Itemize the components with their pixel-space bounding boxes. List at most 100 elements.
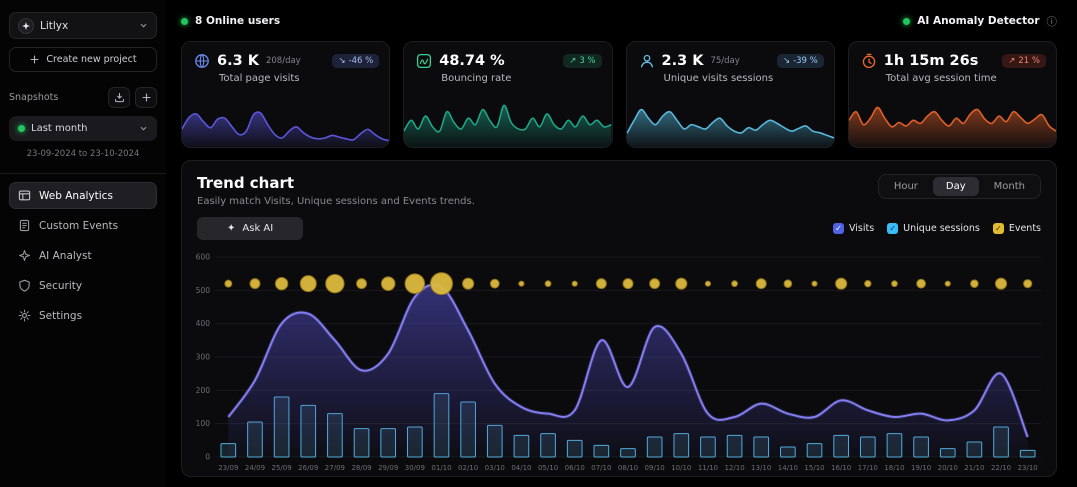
svg-text:21/10: 21/10 xyxy=(964,464,984,472)
stat-card-bouncing-rate: 48.74 % ↗3 %Bouncing rate xyxy=(403,41,612,148)
stat-card-total-page-visits: 6.3 K208/day↘-46 %Total page visits xyxy=(181,41,390,148)
sidebar-item-ai-analyst[interactable]: AI Analyst xyxy=(9,242,157,269)
legend-label: Visits xyxy=(849,223,874,234)
trend-chart-svg: 010020030040050060023/0924/0925/0926/092… xyxy=(185,247,1049,475)
app-root: Litlyx Create new project Snapshots Last… xyxy=(0,0,1077,487)
svg-text:02/10: 02/10 xyxy=(458,464,478,472)
svg-text:17/10: 17/10 xyxy=(858,464,878,472)
legend-events[interactable]: ✓ Events xyxy=(993,223,1041,234)
trend-badge: ↗21 % xyxy=(1002,54,1046,68)
svg-text:30/09: 30/09 xyxy=(405,464,425,472)
granularity-hour-button[interactable]: Hour xyxy=(881,177,931,196)
granularity-day-button[interactable]: Day xyxy=(933,177,979,196)
checkbox-icon[interactable]: ✓ xyxy=(887,223,898,234)
trend-badge: ↘-39 % xyxy=(777,54,824,68)
online-users-label: 8 Online users xyxy=(195,15,280,27)
svg-text:01/10: 01/10 xyxy=(431,464,451,472)
sidebar-item-security[interactable]: Security xyxy=(9,272,157,299)
svg-text:16/10: 16/10 xyxy=(831,464,851,472)
trend-chart-plot: 010020030040050060023/0924/0925/0926/092… xyxy=(182,244,1056,477)
project-name: Litlyx xyxy=(40,20,133,32)
svg-text:03/10: 03/10 xyxy=(485,464,505,472)
svg-text:11/10: 11/10 xyxy=(698,464,718,472)
create-project-button[interactable]: Create new project xyxy=(9,47,157,72)
trend-badge-value: -39 % xyxy=(793,56,818,66)
svg-text:20/10: 20/10 xyxy=(938,464,958,472)
sidebar-item-label: AI Analyst xyxy=(39,250,92,262)
trend-arrow-icon: ↗ xyxy=(569,56,576,66)
legend-label: Events xyxy=(1009,223,1041,234)
svg-text:05/10: 05/10 xyxy=(538,464,558,472)
ask-ai-button[interactable]: ✦ Ask AI xyxy=(197,217,303,240)
svg-text:07/10: 07/10 xyxy=(591,464,611,472)
stat-sparkline xyxy=(182,95,389,147)
svg-text:12/10: 12/10 xyxy=(724,464,744,472)
svg-text:25/09: 25/09 xyxy=(272,464,292,472)
stat-label: Total page visits xyxy=(182,69,389,84)
stat-sparkline xyxy=(627,95,834,147)
trend-badge: ↗3 % xyxy=(563,54,601,68)
svg-text:24/09: 24/09 xyxy=(245,464,265,472)
svg-text:23/09: 23/09 xyxy=(218,464,238,472)
legend-visits[interactable]: ✓ Visits xyxy=(833,223,874,234)
settings-icon xyxy=(18,309,31,322)
snapshot-selector[interactable]: Last month xyxy=(9,116,157,141)
stat-value: 48.74 % xyxy=(439,53,504,69)
legend-unique-sessions[interactable]: ✓Unique sessions xyxy=(887,223,980,234)
svg-text:23/10: 23/10 xyxy=(1018,464,1038,472)
stat-cards-row: 6.3 K208/day↘-46 %Total page visits48.74… xyxy=(181,41,1057,148)
ask-ai-label: Ask AI xyxy=(242,223,273,234)
granularity-toggle: HourDayMonth xyxy=(878,174,1041,199)
chart-legend: ✓Visits✓Unique sessions✓Events xyxy=(833,223,1041,234)
svg-text:27/09: 27/09 xyxy=(325,464,345,472)
globe-icon xyxy=(194,53,210,69)
svg-text:400: 400 xyxy=(196,319,211,328)
checkbox-icon[interactable]: ✓ xyxy=(833,223,844,234)
svg-text:500: 500 xyxy=(196,286,211,295)
info-icon[interactable]: ⓘ xyxy=(1047,14,1058,29)
export-snapshot-button[interactable] xyxy=(108,87,130,108)
online-users: 8 Online users xyxy=(181,15,280,27)
checkbox-icon[interactable]: ✓ xyxy=(993,223,1004,234)
add-snapshot-button[interactable] xyxy=(135,87,157,108)
custom-events-icon xyxy=(18,219,31,232)
online-dot-icon xyxy=(181,18,188,25)
stat-sparkline xyxy=(849,95,1056,147)
security-icon xyxy=(18,279,31,292)
web-analytics-icon xyxy=(18,189,31,202)
stat-label: Bouncing rate xyxy=(404,69,611,84)
stat-card-total-avg-session-time: 1h 15m 26s↗21 %Total avg session time xyxy=(848,41,1057,148)
svg-text:28/09: 28/09 xyxy=(351,464,371,472)
svg-text:06/10: 06/10 xyxy=(565,464,585,472)
svg-text:0: 0 xyxy=(205,453,210,462)
anomaly-label: AI Anomaly Detector xyxy=(917,15,1039,27)
trend-chart-header: Trend chart Easily match Visits, Unique … xyxy=(182,161,1056,207)
sidebar-item-web-analytics[interactable]: Web Analytics xyxy=(9,182,157,209)
svg-text:200: 200 xyxy=(196,386,211,395)
stat-per-day: 75/day xyxy=(710,56,739,66)
stat-sparkline xyxy=(404,95,611,147)
stat-label: Unique visits sessions xyxy=(627,69,834,84)
project-selector[interactable]: Litlyx xyxy=(9,12,157,39)
svg-text:08/10: 08/10 xyxy=(618,464,638,472)
trend-badge-value: 21 % xyxy=(1018,56,1040,66)
sidebar-item-label: Custom Events xyxy=(39,220,118,232)
svg-text:29/09: 29/09 xyxy=(378,464,398,472)
svg-text:04/10: 04/10 xyxy=(511,464,531,472)
svg-text:600: 600 xyxy=(196,253,211,262)
trend-badge: ↘-46 % xyxy=(332,54,379,68)
sparkle-icon: ✦ xyxy=(227,223,235,234)
stat-value: 2.3 K xyxy=(662,53,704,69)
create-project-label: Create new project xyxy=(46,54,136,65)
sidebar-item-settings[interactable]: Settings xyxy=(9,302,157,329)
status-dot xyxy=(18,125,25,132)
sidebar-item-custom-events[interactable]: Custom Events xyxy=(9,212,157,239)
stat-card-unique-visits-sessions: 2.3 K75/day↘-39 %Unique visits sessions xyxy=(626,41,835,148)
snapshot-date-range: 23-09-2024 to 23-10-2024 xyxy=(9,149,157,159)
bounce-icon xyxy=(416,53,432,69)
granularity-month-button[interactable]: Month xyxy=(981,177,1038,196)
trend-arrow-icon: ↘ xyxy=(783,56,790,66)
svg-text:18/10: 18/10 xyxy=(884,464,904,472)
sidebar-item-label: Security xyxy=(39,280,82,292)
ai-anomaly-detector: AI Anomaly Detector ⓘ xyxy=(903,14,1057,29)
